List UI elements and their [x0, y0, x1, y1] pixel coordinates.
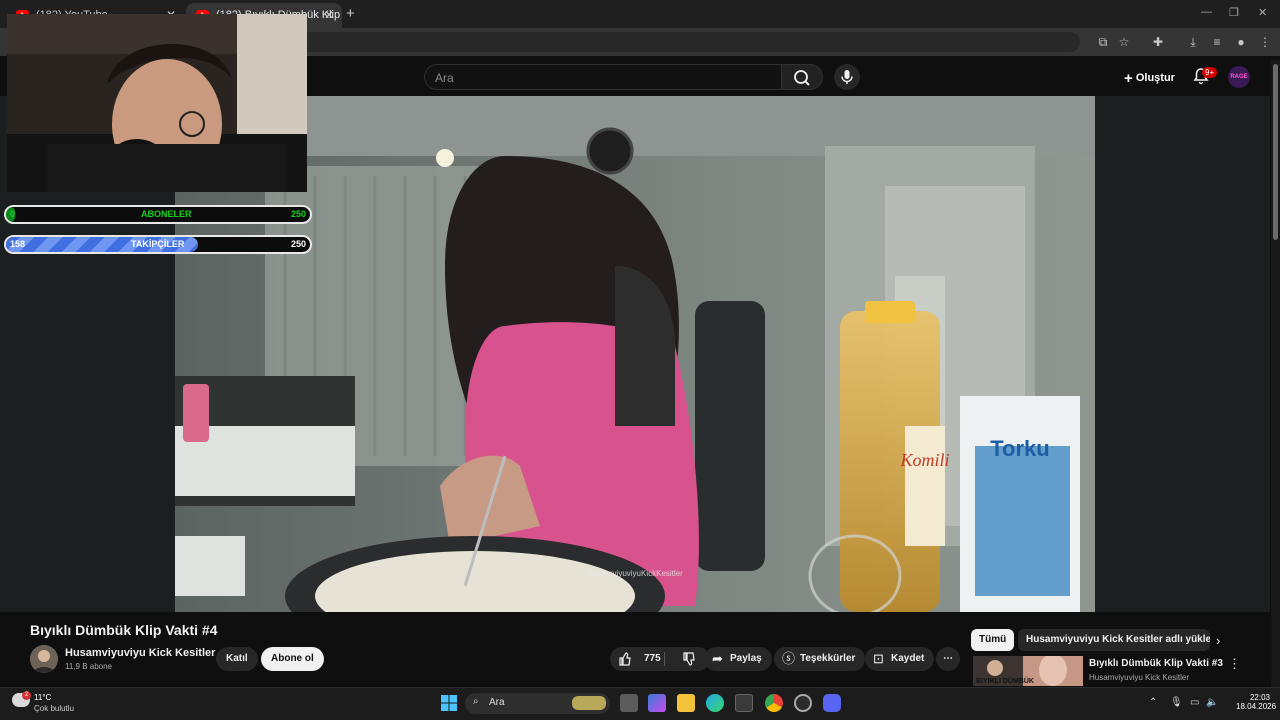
discord-icon[interactable]	[823, 694, 841, 712]
like-count: 775	[644, 653, 661, 664]
minimize-icon[interactable]: —	[1201, 6, 1212, 18]
create-button[interactable]: + Oluştur	[1118, 66, 1181, 88]
streamer-webcam	[7, 14, 307, 192]
start-button[interactable]	[440, 694, 458, 712]
like-dislike-button[interactable]: 775	[610, 647, 710, 671]
more-horizontal-icon: ⋯	[943, 653, 953, 664]
media-control-icon[interactable]: ≡	[1208, 33, 1226, 51]
speaker-icon[interactable]: 🔈	[1206, 697, 1218, 708]
video-title: Bıyıklı Dümbük Klip Vakti #4	[30, 622, 218, 638]
super-thanks-icon: ⓢ	[782, 651, 796, 666]
like-divider	[664, 652, 665, 666]
search-button[interactable]	[781, 64, 823, 90]
thumbnail-text: BIYIKLI DÜMBÜK	[976, 676, 1034, 685]
download-icon[interactable]: ⤓	[1184, 33, 1202, 51]
chevron-up-icon[interactable]: ⌃	[1149, 697, 1157, 708]
recommended-video-title[interactable]: Bıyıklı Dümbük Klip Vakti #3	[1089, 658, 1223, 669]
save-label: Kaydet	[891, 653, 925, 664]
search-icon	[794, 70, 810, 86]
thanks-button[interactable]: ⓢ Teşekkürler	[774, 647, 866, 671]
store-icon[interactable]	[735, 694, 753, 712]
clock-time: 22:03	[1249, 693, 1270, 702]
share-button[interactable]: ➦ Paylaş	[704, 647, 772, 671]
new-tab-button[interactable]: +	[346, 5, 355, 22]
file-explorer-icon[interactable]	[677, 694, 695, 712]
subscriber-count: 11,9 B abone	[65, 662, 113, 671]
subscribers-label: ABONELER	[141, 209, 192, 219]
windows-taskbar	[0, 687, 1280, 720]
windows-logo-icon	[441, 695, 457, 711]
menu-kebab-icon[interactable]: ⋮	[1256, 33, 1274, 51]
taskbar-search[interactable]: ⌕ Ara	[465, 693, 610, 714]
microphone-icon	[841, 70, 853, 84]
more-actions-button[interactable]: ⋯	[936, 647, 960, 671]
search-highlight-image	[572, 696, 606, 710]
followers-current: 158	[10, 239, 26, 249]
app-icon[interactable]	[794, 694, 812, 712]
widgets-icon[interactable]	[648, 694, 666, 712]
share-label: Paylaş	[730, 653, 762, 664]
chrome-icon[interactable]	[765, 694, 783, 712]
microphone-icon[interactable]: 🎙	[1170, 697, 1183, 708]
bottle-brand-text: Komili	[899, 450, 949, 470]
bookmark-star-icon[interactable]: ☆	[1115, 33, 1133, 51]
account-avatar[interactable]: RAGE	[1228, 66, 1250, 88]
subscribe-button[interactable]: Abone ol	[261, 647, 324, 671]
channel-avatar-image	[30, 645, 58, 673]
video-watermark: HusamviyuviyuKickKesitler	[587, 569, 683, 578]
search-icon: ⌕	[473, 696, 479, 707]
carton-brand-text: Torku	[990, 436, 1049, 461]
thumbs-down-icon[interactable]	[682, 647, 696, 679]
video-scene: Komili Torku HusamviyuviyuKickKesitler	[175, 96, 1095, 612]
webcam-scene	[7, 14, 307, 192]
followers-label: TAKİPÇİLER	[131, 239, 185, 249]
chip-from-uploader[interactable]: Husamviyuviyu Kick Kesitler adlı yükleyi…	[1018, 629, 1210, 651]
plus-icon: +	[1124, 70, 1133, 87]
system-clock[interactable]: 22:03 18.04.2026	[1236, 693, 1277, 711]
search-input[interactable]: Ara	[424, 64, 782, 90]
thumbs-up-icon[interactable]	[618, 647, 632, 679]
followers-goal: 250	[290, 239, 306, 249]
maximize-icon[interactable]: ❐	[1229, 6, 1239, 19]
voice-search-button[interactable]	[834, 64, 860, 90]
taskbar-search-label: Ara	[489, 697, 505, 708]
close-window-icon[interactable]: ✕	[1258, 6, 1267, 19]
thumbnail-image: BIYIKLI DÜMBÜK	[973, 656, 1083, 686]
video-frame[interactable]: Komili Torku HusamviyuviyuKickKesitler	[175, 96, 1095, 612]
profile-icon[interactable]: ●	[1232, 33, 1250, 51]
weather-temperature[interactable]: 11°C	[34, 693, 51, 702]
weather-alert-badge: 2	[22, 691, 31, 700]
chevron-right-icon[interactable]: ›	[1216, 633, 1220, 648]
scrollbar-thumb[interactable]	[1273, 64, 1278, 240]
save-button[interactable]: ⊡ Kaydet	[865, 647, 935, 671]
clock-date: 18.04.2026	[1236, 702, 1277, 711]
recommended-video-thumbnail[interactable]: BIYIKLI DÜMBÜK	[973, 656, 1083, 686]
share-icon: ➦	[712, 651, 723, 666]
followers-goal-bar: 158 TAKİPÇİLER 250	[4, 235, 312, 254]
create-label: Oluştur	[1135, 72, 1175, 84]
subscribers-current: 0	[10, 209, 16, 219]
join-button[interactable]: Katıl	[216, 647, 258, 671]
close-tab-icon[interactable]: ✕	[324, 8, 334, 22]
more-vertical-icon[interactable]: ⋮	[1228, 656, 1241, 672]
channel-avatar[interactable]	[30, 645, 58, 673]
display-icon[interactable]: ▭	[1190, 697, 1199, 708]
recommended-video-channel[interactable]: Husamviyuviyu Kick Kesitler	[1089, 673, 1189, 682]
notification-count-badge: 9+	[1202, 67, 1218, 78]
address-bar[interactable]	[300, 32, 1080, 52]
install-app-icon[interactable]: ⧉	[1094, 33, 1112, 51]
edge-icon[interactable]	[706, 694, 724, 712]
subscribers-goal: 250	[290, 209, 306, 219]
subscribers-goal-bar: 0 ABONELER 250	[4, 205, 312, 224]
thanks-label: Teşekkürler	[800, 653, 856, 664]
chip-all[interactable]: Tümü	[971, 629, 1015, 651]
weather-condition[interactable]: Çok bulutlu	[34, 704, 74, 713]
task-view-icon[interactable]	[620, 694, 638, 712]
extensions-icon[interactable]: ✚	[1149, 33, 1167, 51]
bookmark-icon: ⊡	[873, 651, 884, 666]
channel-name[interactable]: Husamviyuviyu Kick Kesitler	[65, 647, 215, 659]
